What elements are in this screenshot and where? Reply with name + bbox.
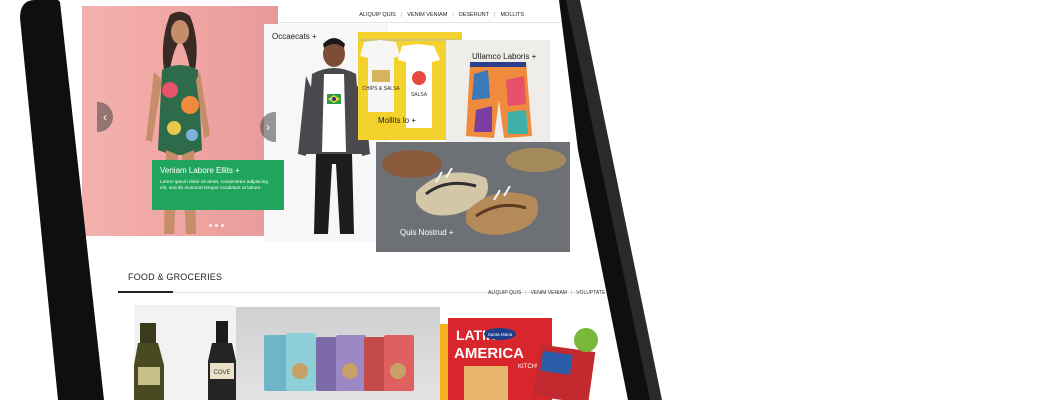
promo-text: Lorem ipsum dolor sit amet, consectetur …: [160, 180, 268, 191]
slider-dots: [209, 224, 224, 227]
slider-dot[interactable]: [221, 224, 224, 227]
section-title-underline: [118, 291, 173, 293]
chevron-right-icon: ›: [266, 120, 270, 134]
nav-separator: |: [400, 12, 403, 18]
snack-bags-photo: [264, 333, 414, 391]
slider-prev-button[interactable]: ‹: [97, 102, 113, 132]
panel-label[interactable]: Mollits lo +: [378, 116, 416, 125]
section-nav-item[interactable]: VENIM VENIAM: [531, 290, 567, 296]
category-panel-ullamco[interactable]: Ullamco Laboris +: [446, 40, 550, 144]
nav-separator: |: [525, 290, 527, 296]
section-subnav: ALIQUIP QUIS | VENIM VENIAM | VOLUPTATE: [488, 290, 605, 296]
top-navigation: ALIQUIP QUIS | VENIM VENIAM | DESERUNT | MO…: [359, 12, 524, 18]
nav-separator: |: [452, 12, 454, 18]
product-panel-oils[interactable]: COVE: [134, 305, 236, 400]
nav-separator: |: [570, 290, 573, 296]
santa-maria-logo: Santa Maria: [488, 332, 513, 337]
product-panel-snacks[interactable]: [236, 307, 440, 400]
section-nav-item[interactable]: VOLUPTATE: [576, 290, 605, 296]
top-nav-item[interactable]: MOLLITS: [500, 12, 524, 18]
website-screen: ALIQUIP QUIS | VENIM VENIAM | DESERUNT | MO…: [58, 0, 618, 400]
latin-kitchen-photo: LATIN AMERICA KITCHE Santa Maria: [440, 318, 598, 400]
section-title: FOOD & GROCERIES: [128, 272, 223, 282]
bottle-label: COVE: [213, 370, 230, 376]
product-panel-latin-america[interactable]: LATIN AMERICA KITCHE Santa Maria: [440, 318, 600, 400]
nav-separator: |: [494, 12, 496, 18]
top-nav-item[interactable]: DESERUNT: [459, 12, 489, 18]
slider-dot[interactable]: [209, 224, 212, 227]
tee-print-text: SALSA: [411, 92, 428, 98]
chevron-left-icon: ‹: [103, 110, 107, 124]
promo-title[interactable]: Veniam Labore Ellits +: [160, 166, 276, 175]
slider-dot[interactable]: [215, 224, 218, 227]
promo-box[interactable]: Veniam Labore Ellits + Lorem ipsum dolor…: [152, 160, 284, 210]
panel-label[interactable]: Occaecats +: [272, 32, 317, 41]
panel-label[interactable]: Quis Nostrud +: [400, 228, 454, 237]
bottles-photo: COVE: [134, 321, 236, 400]
top-nav-item[interactable]: ALIQUIP QUIS: [359, 12, 396, 18]
category-panel-quis-nostrud[interactable]: Quis Nostrud +: [376, 142, 570, 252]
section-nav-item[interactable]: ALIQUIP QUIS: [488, 290, 521, 296]
tee-print-text: CHIPS & SALSA: [362, 86, 400, 92]
laptop-mockup: ALIQUIP QUIS | VENIM VENIAM | DESERUNT | MO…: [0, 0, 1044, 400]
top-nav-item[interactable]: VENIM VENIAM: [407, 12, 447, 18]
latin-brand-text: AMERICA: [454, 345, 524, 362]
panel-label[interactable]: Ullamco Laboris +: [472, 52, 536, 61]
